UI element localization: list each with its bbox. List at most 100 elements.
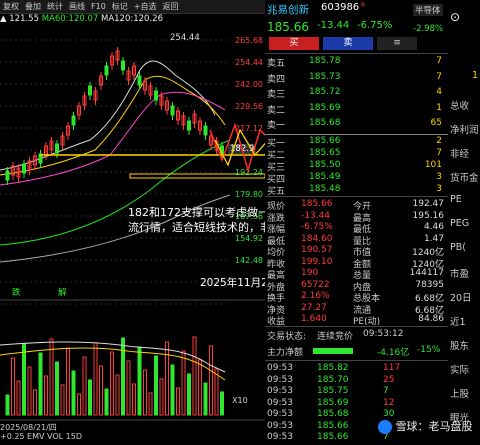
volume-bar (11, 357, 15, 416)
candlesticks (5, 47, 224, 185)
volume-bar (132, 383, 136, 416)
tick-price: 185.70 (317, 374, 349, 385)
stat-value: 27.27 (301, 302, 327, 313)
stat-value: 192.47 (412, 199, 445, 209)
side-label: 实际 (450, 365, 470, 376)
watermark: 雪球：老马盘股 (378, 418, 473, 434)
ask-volume: 7 (436, 56, 442, 66)
volume-bar (187, 373, 191, 416)
bid-volume: 7 (436, 148, 442, 158)
ask-label: 卖五 (267, 59, 286, 69)
tick-volume: 25 (383, 374, 395, 385)
vol-ma-white (0, 341, 226, 373)
candle-body (71, 115, 76, 126)
tick-price: 185.69 (317, 397, 349, 408)
volume-bar (27, 366, 32, 416)
price-grid (0, 39, 230, 305)
candle-body (170, 105, 175, 116)
bid-price: 185.48 (309, 184, 341, 194)
volume-bar (154, 355, 158, 416)
side-label: PB( (450, 242, 466, 253)
volume-bar (165, 341, 169, 416)
sector-tag[interactable]: 半导体 (413, 4, 443, 16)
quote-panel: 兆易创新 603986 R 半导体 185.66 -13.44 -6.75% -… (265, 0, 448, 442)
stat-value: 199.10 (301, 256, 333, 267)
stock-name[interactable]: 兆易创新 (267, 2, 309, 17)
capital-pct: -15% (417, 345, 441, 355)
current-price: 185.66 (267, 20, 309, 34)
volume-bar (137, 346, 142, 416)
trade-status-value: 连续竞价 (317, 332, 354, 342)
tick-time: 09:53 (267, 397, 293, 408)
bid-price: 185.66 (309, 136, 341, 146)
annotation-date: 2025年11月21 (200, 277, 275, 289)
volume-bar (220, 391, 224, 416)
trade-status-time: 09:53:12 (363, 329, 404, 339)
volume-bar (22, 343, 26, 416)
ask-label: 卖二 (267, 105, 286, 116)
tick-price: 185.82 (317, 363, 349, 373)
volume-bar (214, 368, 219, 416)
volume-bar (5, 394, 10, 416)
capital-label: 主力净额 (267, 348, 304, 358)
stat-value: 2.16% (301, 291, 330, 301)
sell-button[interactable]: 卖 (323, 37, 373, 50)
volume-bar (60, 384, 65, 416)
side-icon[interactable]: ⊙ (450, 10, 460, 24)
volume-bars (5, 336, 224, 416)
ask-row[interactable]: 卖二 185.69 1 (265, 103, 448, 116)
volume-bar (82, 356, 87, 416)
candle-body (55, 143, 59, 154)
buy-button[interactable]: 买 (269, 37, 319, 50)
price-pct: -6.75% (357, 20, 393, 31)
ask-row[interactable]: 卖一 185.68 65 (265, 118, 448, 131)
tick-price: 185.66 (317, 432, 349, 442)
ask-price: 185.72 (309, 87, 341, 97)
price-change: -13.44 (317, 20, 350, 31)
side-value-top: 1 (471, 70, 478, 81)
scale-label: 265.68 (235, 36, 263, 45)
side-label: 近1 (450, 317, 466, 328)
high-price-label: 254.44 (170, 33, 200, 43)
signal-die: 跌 (12, 288, 21, 298)
volume-bar (115, 374, 120, 416)
volume-bar (99, 365, 103, 416)
volume-bar (159, 378, 164, 416)
vol-ma-yellow (0, 347, 226, 381)
watermark-text: 雪球：老马盘股 (395, 420, 473, 433)
tick-time: 09:53 (267, 409, 293, 419)
sector-pct: -2.98% (413, 24, 444, 34)
ask-volume: 4 (436, 87, 442, 97)
tick-volume: 12 (383, 397, 395, 408)
volume-bar (143, 369, 147, 416)
bid-volume: 2 (436, 136, 442, 146)
candle-body (5, 170, 10, 181)
volume-bar (66, 347, 70, 416)
volume-bar (121, 337, 125, 416)
volume-bar (49, 338, 54, 416)
tick-time: 09:53 (267, 386, 293, 396)
ask-row[interactable]: 卖三 185.72 4 (265, 87, 448, 100)
volume-bar (104, 388, 109, 416)
volume-bar (33, 389, 37, 416)
side-label: 总收 (450, 101, 470, 112)
bid-volume: 101 (424, 160, 442, 170)
ask-volume: 7 (436, 71, 442, 82)
ask-row[interactable]: 卖四 185.73 7 (265, 72, 448, 85)
indicator-tabs[interactable]: +0.25 EMV VOL 15D (0, 432, 82, 441)
bid-volume: 3 (436, 172, 442, 182)
volume-bar (38, 352, 43, 416)
bid-price: 185.49 (309, 172, 341, 182)
tick-time: 09:53 (267, 374, 293, 385)
volume-bar (209, 345, 213, 416)
tick-volume: 117 (383, 363, 401, 373)
more-button[interactable]: ≡ (377, 37, 417, 50)
scale-label: 254.44 (235, 58, 263, 67)
side-label: 20日 (450, 293, 472, 304)
volume-bar (170, 364, 175, 416)
volume-bar (148, 392, 153, 416)
ask-row[interactable]: 卖五 185.78 7 (265, 56, 448, 69)
volume-bar (44, 375, 48, 416)
candle-body (88, 85, 92, 96)
bid-price: 185.65 (309, 148, 341, 158)
